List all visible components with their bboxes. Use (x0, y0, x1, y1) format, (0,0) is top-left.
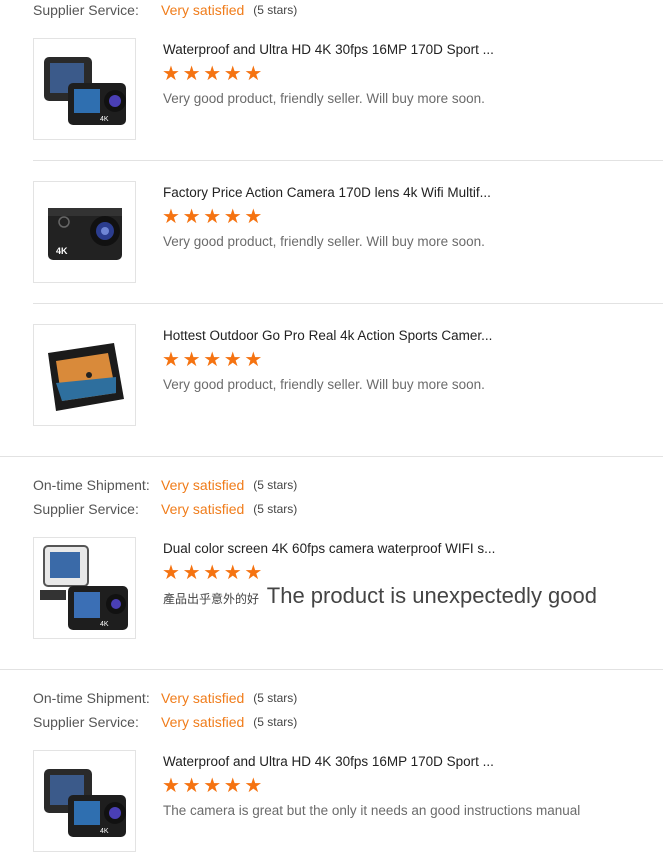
star-icon: ★ (162, 775, 180, 797)
star-icon: ★ (162, 206, 180, 228)
star-icon: ★ (244, 562, 263, 584)
review-item: 4K Factory Price Action Camera 170D lens… (33, 181, 663, 283)
star-icon: ★ (203, 562, 222, 584)
rating-ontime-shipment: On-time Shipment: Very satisfied (5 star… (33, 475, 297, 495)
star-icon: ★ (244, 775, 263, 797)
review-item: 4K Waterproof and Ultra HD 4K 30fps 16MP… (33, 750, 663, 852)
review-text: Very good product, friendly seller. Will… (163, 234, 485, 249)
star-icon: ★ (182, 63, 201, 85)
rating-stars-text: (5 stars) (253, 502, 298, 516)
star-icon: ★ (223, 349, 242, 371)
divider (33, 303, 663, 304)
review-item: 4K Waterproof and Ultra HD 4K 30fps 16MP… (33, 38, 663, 140)
action-camera-screen-icon (48, 343, 124, 411)
divider (33, 160, 663, 161)
review-text-translation: The product is unexpectedly good (266, 583, 597, 608)
svg-text:4K: 4K (100, 828, 109, 835)
dual-screen-action-camera-icon: 4K (44, 57, 126, 125)
rating-supplier-service: Supplier Service: Very satisfied (5 star… (33, 712, 297, 732)
rating-supplier-service: Supplier Service: Very satisfied (5 star… (33, 499, 297, 519)
product-thumbnail[interactable]: 4K (33, 537, 136, 639)
rating-label: On-time Shipment: (33, 477, 150, 493)
product-title[interactable]: Waterproof and Ultra HD 4K 30fps 16MP 17… (163, 754, 494, 769)
rating-value: Very satisfied (161, 477, 245, 493)
product-thumbnail[interactable] (33, 324, 136, 426)
star-icon: ★ (223, 775, 242, 797)
svg-text:4K: 4K (100, 116, 109, 123)
rating-value: Very satisfied (161, 690, 245, 706)
star-icon: ★ (182, 562, 201, 584)
rating-stars-text: (5 stars) (253, 478, 298, 492)
review-text: Very good product, friendly seller. Will… (163, 377, 485, 392)
divider (0, 456, 663, 457)
product-title[interactable]: Waterproof and Ultra HD 4K 30fps 16MP 17… (163, 42, 494, 57)
camera-with-accessories-icon: 4K (40, 545, 128, 630)
rating-value: Very satisfied (161, 501, 245, 517)
rating-stars-text: (5 stars) (253, 691, 298, 705)
product-thumbnail[interactable]: 4K (33, 181, 136, 283)
product-title[interactable]: Dual color screen 4K 60fps camera waterp… (163, 541, 495, 556)
rating-stars-text: (5 stars) (253, 715, 298, 729)
rating-label: Supplier Service: (33, 2, 139, 18)
product-title[interactable]: Factory Price Action Camera 170D lens 4k… (163, 185, 491, 200)
product-title[interactable]: Hottest Outdoor Go Pro Real 4k Action Sp… (163, 328, 492, 343)
star-icon: ★ (223, 562, 242, 584)
svg-text:4K: 4K (56, 246, 68, 256)
review-text-original: 產品出乎意外的好 (163, 592, 260, 606)
rating-value: Very satisfied (161, 714, 245, 730)
rating-value: Very satisfied (161, 2, 245, 18)
review-item: 4K Dual color screen 4K 60fps camera wat… (33, 537, 663, 639)
star-icon: ★ (182, 775, 201, 797)
action-camera-front-icon: 4K (48, 208, 122, 260)
star-icon: ★ (162, 562, 180, 584)
review-text: The camera is great but the only it need… (163, 803, 581, 818)
review-text: Very good product, friendly seller. Will… (163, 91, 485, 106)
rating-stars-text: (5 stars) (253, 3, 298, 17)
star-icon: ★ (203, 775, 222, 797)
star-icon: ★ (203, 63, 222, 85)
rating-supplier-service: Supplier Service: Very satisfied (5 star… (33, 0, 297, 20)
dual-screen-action-camera-icon: 4K (44, 769, 126, 837)
review-item: Hottest Outdoor Go Pro Real 4k Action Sp… (33, 324, 663, 426)
star-rating: ★ ★ ★ ★ ★ (162, 206, 265, 228)
rating-ontime-shipment: On-time Shipment: Very satisfied (5 star… (33, 688, 297, 708)
star-icon: ★ (223, 63, 242, 85)
star-icon: ★ (244, 206, 263, 228)
star-rating: ★ ★ ★ ★ ★ (162, 349, 265, 371)
star-icon: ★ (162, 63, 180, 85)
star-rating: ★ ★ ★ ★ ★ (162, 775, 265, 797)
review-text: 產品出乎意外的好 The product is unexpectedly goo… (163, 583, 597, 609)
svg-text:4K: 4K (100, 621, 109, 628)
star-icon: ★ (182, 349, 201, 371)
star-icon: ★ (203, 206, 222, 228)
rating-label: On-time Shipment: (33, 690, 150, 706)
divider (0, 669, 663, 670)
star-icon: ★ (244, 349, 263, 371)
rating-label: Supplier Service: (33, 714, 139, 730)
product-thumbnail[interactable]: 4K (33, 750, 136, 852)
star-icon: ★ (162, 349, 180, 371)
star-icon: ★ (182, 206, 201, 228)
star-icon: ★ (203, 349, 222, 371)
rating-label: Supplier Service: (33, 501, 139, 517)
star-rating: ★ ★ ★ ★ ★ (162, 63, 265, 85)
star-icon: ★ (244, 63, 263, 85)
star-icon: ★ (223, 206, 242, 228)
star-rating: ★ ★ ★ ★ ★ (162, 562, 265, 584)
product-thumbnail[interactable]: 4K (33, 38, 136, 140)
